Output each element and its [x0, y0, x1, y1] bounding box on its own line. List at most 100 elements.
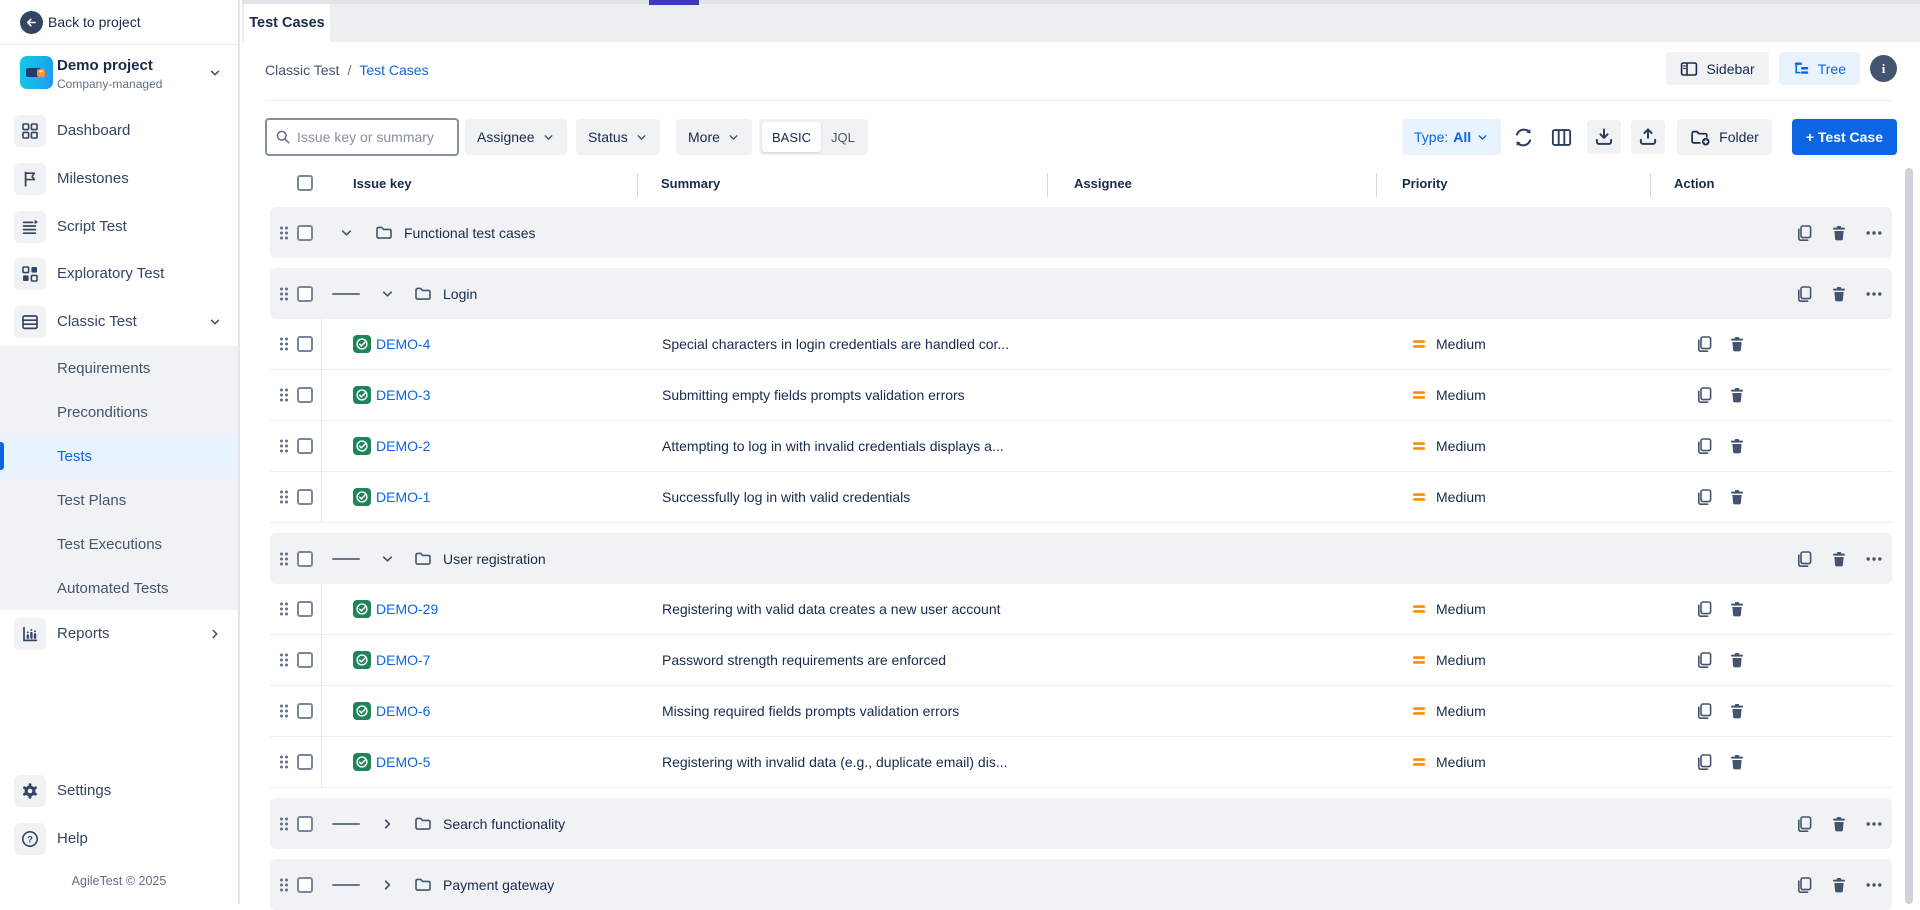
copy-icon[interactable]: [1695, 386, 1713, 404]
drag-handle-icon[interactable]: [277, 753, 291, 771]
issue-key-link[interactable]: DEMO-1: [376, 489, 430, 505]
expand-chevron-icon[interactable]: [380, 551, 395, 566]
issue-key-link[interactable]: DEMO-2: [376, 438, 430, 454]
column-header-priority[interactable]: Priority: [1402, 176, 1448, 191]
column-header-assignee[interactable]: Assignee: [1074, 176, 1132, 191]
row-checkbox[interactable]: [297, 551, 313, 567]
row-checkbox[interactable]: [297, 489, 313, 505]
breadcrumb-current[interactable]: Test Cases: [359, 62, 428, 78]
tree-view-button[interactable]: Tree: [1779, 52, 1860, 85]
back-to-project[interactable]: Back to project: [0, 0, 238, 45]
folder-name[interactable]: Search functionality: [443, 816, 565, 832]
trash-icon[interactable]: [1728, 753, 1746, 771]
jql-mode-button[interactable]: JQL: [821, 130, 865, 145]
trash-icon[interactable]: [1728, 488, 1746, 506]
row-checkbox[interactable]: [297, 652, 313, 668]
more-options-icon[interactable]: [1864, 815, 1884, 833]
breadcrumb-parent[interactable]: Classic Test: [265, 62, 339, 78]
column-header-issue-key[interactable]: Issue key: [353, 176, 412, 191]
drag-handle-icon[interactable]: [277, 437, 291, 455]
trash-icon[interactable]: [1728, 386, 1746, 404]
more-options-icon[interactable]: [1864, 876, 1884, 894]
sidebar-item-script-test[interactable]: Script Test: [0, 203, 238, 251]
trash-icon[interactable]: [1728, 651, 1746, 669]
drag-handle-icon[interactable]: [277, 285, 291, 303]
trash-icon[interactable]: [1829, 876, 1849, 894]
copy-icon[interactable]: [1794, 815, 1814, 833]
issue-key-link[interactable]: DEMO-3: [376, 387, 430, 403]
sidebar-item-test-plans[interactable]: Test Plans: [0, 478, 238, 522]
drag-handle-icon[interactable]: [277, 550, 291, 568]
back-arrow-icon[interactable]: [20, 11, 43, 34]
issue-key-link[interactable]: DEMO-5: [376, 754, 430, 770]
trash-icon[interactable]: [1728, 437, 1746, 455]
drag-handle-icon[interactable]: [277, 386, 291, 404]
copy-icon[interactable]: [1695, 437, 1713, 455]
trash-icon[interactable]: [1829, 815, 1849, 833]
trash-icon[interactable]: [1728, 335, 1746, 353]
basic-mode-button[interactable]: BASIC: [762, 122, 821, 152]
more-filter-button[interactable]: More: [676, 119, 752, 155]
sidebar-view-button[interactable]: Sidebar: [1666, 52, 1768, 85]
copy-icon[interactable]: [1695, 651, 1713, 669]
drag-handle-icon[interactable]: [277, 335, 291, 353]
trash-icon[interactable]: [1728, 600, 1746, 618]
type-filter-button[interactable]: Type: All: [1402, 119, 1501, 155]
export-upload-icon[interactable]: [1631, 120, 1665, 154]
drag-handle-icon[interactable]: [277, 600, 291, 618]
folder-name[interactable]: Login: [443, 286, 477, 302]
assignee-filter-button[interactable]: Assignee: [465, 119, 567, 155]
copy-icon[interactable]: [1695, 702, 1713, 720]
trash-icon[interactable]: [1728, 702, 1746, 720]
sidebar-item-dashboard[interactable]: Dashboard: [0, 107, 238, 155]
test-summary[interactable]: Submitting empty fields prompts validati…: [662, 387, 965, 403]
row-checkbox[interactable]: [297, 816, 313, 832]
sidebar-item-settings[interactable]: Settings: [0, 767, 238, 815]
row-checkbox[interactable]: [297, 877, 313, 893]
project-switcher-chevron-icon[interactable]: [208, 66, 222, 80]
more-options-icon[interactable]: [1864, 224, 1884, 242]
drag-handle-icon[interactable]: [277, 651, 291, 669]
expand-chevron-icon[interactable]: [380, 286, 395, 301]
drag-handle-icon[interactable]: [277, 876, 291, 894]
copy-icon[interactable]: [1695, 488, 1713, 506]
status-filter-button[interactable]: Status: [576, 119, 660, 155]
sidebar-item-tests[interactable]: Tests: [0, 434, 238, 478]
sidebar-item-classic-test[interactable]: Classic Test: [0, 298, 238, 346]
copy-icon[interactable]: [1794, 224, 1814, 242]
row-checkbox[interactable]: [297, 438, 313, 454]
folder-name[interactable]: Payment gateway: [443, 877, 554, 893]
copy-icon[interactable]: [1794, 876, 1814, 894]
columns-icon[interactable]: [1545, 121, 1577, 153]
search-input[interactable]: [297, 129, 449, 145]
issue-key-link[interactable]: DEMO-7: [376, 652, 430, 668]
sidebar-item-milestones[interactable]: Milestones: [0, 155, 238, 203]
folder-name[interactable]: Functional test cases: [404, 225, 536, 241]
more-options-icon[interactable]: [1864, 550, 1884, 568]
trash-icon[interactable]: [1829, 224, 1849, 242]
row-checkbox[interactable]: [297, 336, 313, 352]
test-summary[interactable]: Password strength requirements are enfor…: [662, 652, 946, 668]
expand-chevron-icon[interactable]: [380, 877, 395, 892]
copy-icon[interactable]: [1695, 753, 1713, 771]
row-checkbox[interactable]: [297, 703, 313, 719]
refresh-icon[interactable]: [1507, 121, 1539, 153]
select-all-checkbox[interactable]: [297, 175, 313, 191]
sidebar-item-reports[interactable]: Reports: [0, 610, 238, 658]
drag-handle-icon[interactable]: [277, 702, 291, 720]
new-test-case-button[interactable]: + Test Case: [1792, 119, 1897, 155]
import-download-icon[interactable]: [1587, 120, 1621, 154]
sidebar-item-requirements[interactable]: Requirements: [0, 346, 238, 390]
copy-icon[interactable]: [1794, 550, 1814, 568]
drag-handle-icon[interactable]: [277, 488, 291, 506]
expand-chevron-icon[interactable]: [380, 816, 395, 831]
add-folder-button[interactable]: Folder: [1677, 119, 1772, 155]
copy-icon[interactable]: [1695, 600, 1713, 618]
row-checkbox[interactable]: [297, 387, 313, 403]
row-checkbox[interactable]: [297, 754, 313, 770]
trash-icon[interactable]: [1829, 285, 1849, 303]
test-summary[interactable]: Successfully log in with valid credentia…: [662, 489, 910, 505]
sidebar-item-automated-tests[interactable]: Automated Tests: [0, 566, 238, 610]
issue-key-link[interactable]: DEMO-6: [376, 703, 430, 719]
sidebar-item-exploratory-test[interactable]: Exploratory Test: [0, 250, 238, 298]
